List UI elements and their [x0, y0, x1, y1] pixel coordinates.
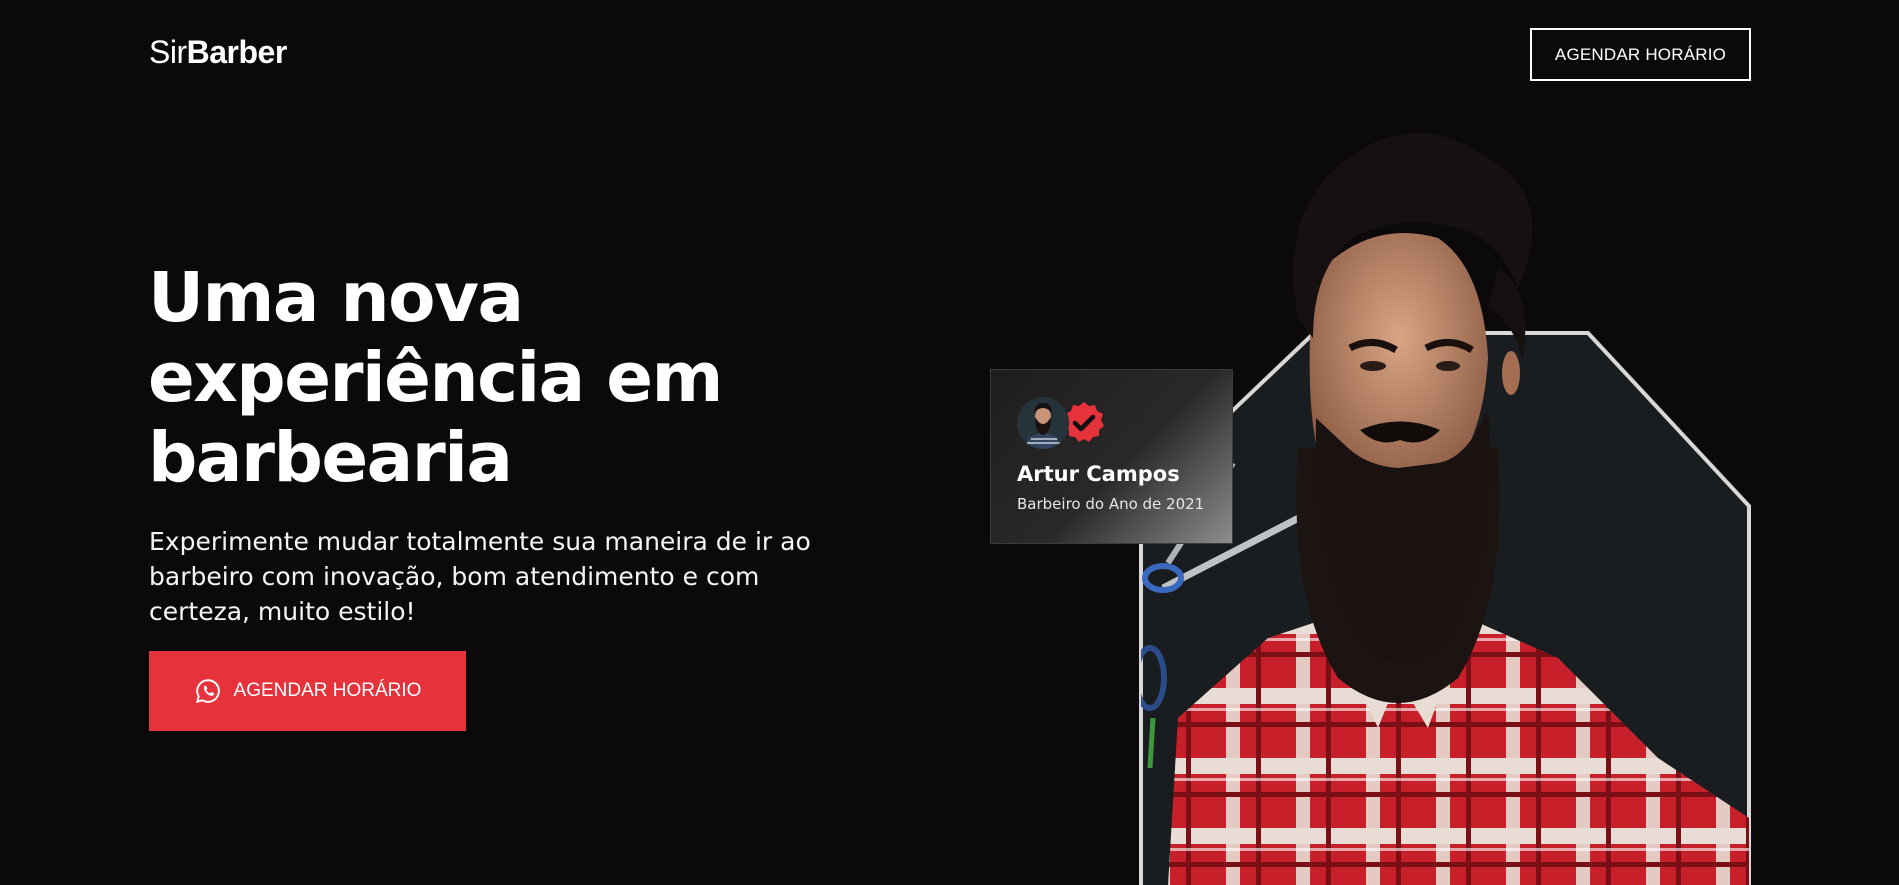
logo-text-light: Sir	[149, 34, 187, 70]
hero-title: Uma nova experiência em barbearia	[148, 258, 723, 498]
hero-subtitle: Experimente mudar totalmente sua maneira…	[149, 527, 811, 626]
hero-schedule-label: AGENDAR HORÁRIO	[233, 680, 422, 701]
brand-logo[interactable]: SirBarber	[149, 34, 287, 71]
header-schedule-button[interactable]: AGENDAR HORÁRIO	[1530, 28, 1751, 81]
barber-card: Artur Campos Barbeiro do Ano de 2021	[990, 369, 1233, 544]
whatsapp-icon	[194, 677, 222, 705]
avatar	[1017, 397, 1069, 449]
barber-name: Artur Campos	[1017, 462, 1180, 486]
hero-schedule-button[interactable]: AGENDAR HORÁRIO	[149, 651, 466, 731]
barber-avatar-group	[1017, 396, 1206, 450]
logo-text-bold: Barber	[186, 34, 288, 70]
barber-award: Barbeiro do Ano de 2021	[1017, 495, 1205, 513]
